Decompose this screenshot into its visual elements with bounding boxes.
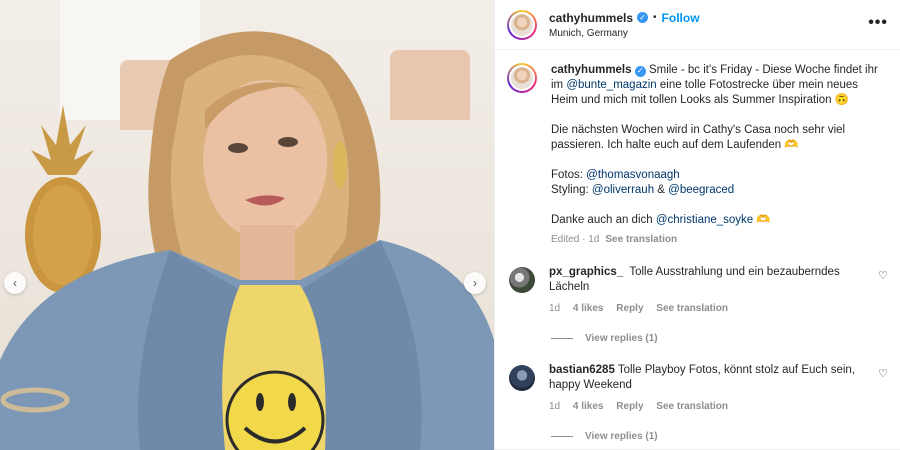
mention-link[interactable]: @christiane_soyke [656,214,753,226]
post-photo[interactable]: ‹ › [0,0,494,450]
heart-icon[interactable]: ♡ [878,269,888,282]
view-replies-label: View replies (1) [585,431,658,442]
post-location[interactable]: Munich, Germany [549,28,700,39]
comment-likes[interactable]: 4 likes [573,401,604,412]
heart-icon[interactable]: ♡ [878,367,888,380]
author-avatar[interactable] [507,9,537,40]
comments-list: cathyhummels ✓ Smile - bc it's Friday - … [495,50,900,442]
separator-dot: • [653,12,657,23]
view-replies-button[interactable]: View replies (1) [551,333,888,344]
fotos-label: Fotos: [551,169,587,181]
reply-button[interactable]: Reply [616,401,643,412]
verified-badge-icon: ✓ [634,65,646,77]
caption-username[interactable]: cathyhummels [551,64,632,76]
caption-footer: Edited · 1d See translation [551,232,887,247]
prev-photo-button[interactable]: ‹ [4,272,26,294]
author-username[interactable]: cathyhummels [549,11,633,25]
photo-woman [0,31,494,450]
chevron-left-icon: ‹ [13,276,17,290]
reply-button[interactable]: Reply [616,303,643,314]
comment-item: bastian6285 Tolle Playboy Fotos, könnt s… [507,363,888,414]
caption-thanks: Danke auch an dich @christiane_soyke 🫶 [551,213,887,228]
see-translation-link[interactable]: See translation [656,401,728,412]
comment-likes[interactable]: 4 likes [573,303,604,314]
and-text: & [654,184,669,196]
next-photo-button[interactable]: › [464,272,486,294]
commenter-username[interactable]: bastian6285 [549,364,615,376]
replies-line [551,436,573,437]
caption: cathyhummels ✓ Smile - bc it's Friday - … [507,50,888,247]
commenter-avatar[interactable] [509,267,535,293]
view-replies-button[interactable]: View replies (1) [551,431,888,442]
caption-paragraph: Die nächsten Wochen wird in Cathy's Casa… [551,124,846,151]
thanks-text: Danke auch an dich [551,214,656,226]
commenter-avatar[interactable] [509,365,535,391]
styling-label: Styling: [551,184,592,196]
see-translation-link[interactable]: See translation [605,234,677,245]
verified-badge-icon: ✓ [637,12,649,23]
see-translation-link[interactable]: See translation [656,303,728,314]
mention-link[interactable]: @beegraced [668,184,734,196]
mention-link[interactable]: @bunte_magazin [566,79,656,91]
post-header: cathyhummels ✓ • Follow Munich, Germany … [495,0,900,50]
caption-avatar[interactable] [507,63,537,93]
post-sidebar: cathyhummels ✓ • Follow Munich, Germany … [494,0,900,450]
post-modal: ‹ › cathyhummels ✓ • Follow Munich, Germ… [0,0,900,450]
caption-edited-time: Edited · 1d [551,234,600,245]
replies-line [551,338,573,339]
mention-link[interactable]: @thomasvonaagh [586,169,680,181]
more-options-icon[interactable]: ••• [868,14,888,32]
caption-credits: Fotos: @thomasvonaagh Styling: @oliverra… [551,168,887,198]
follow-button[interactable]: Follow [662,11,700,25]
chevron-right-icon: › [473,276,477,290]
comment-time: 1d [549,401,561,412]
mention-link[interactable]: @oliverrauh [592,184,654,196]
view-replies-label: View replies (1) [585,333,658,344]
thanks-emoji: 🫶 [753,214,771,226]
commenter-username[interactable]: px_graphics_ [549,266,623,278]
comment-item: px_graphics_ Tolle Ausstrahlung und ein … [507,265,888,316]
comment-time: 1d [549,303,561,314]
